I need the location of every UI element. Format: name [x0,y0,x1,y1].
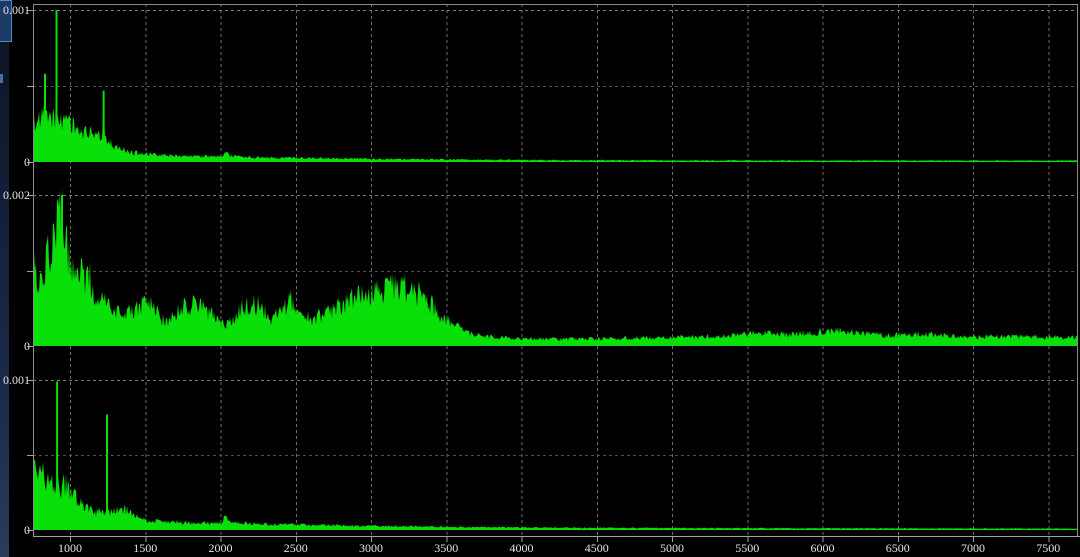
x-tick-label: 6500 [873,542,923,554]
y-tick-label-zero-pane3: 0 [0,524,30,536]
x-tick-label: 5500 [722,542,772,554]
x-tick-label: 2500 [271,542,321,554]
spectrum-pane-bottom-trace [33,459,1078,530]
y-tick-label-zero-pane2: 0 [0,340,30,352]
x-tick-label: 1500 [120,542,170,554]
y-tick-label-max-pane3: 0.001 [0,374,30,386]
spectrum-pane-middle-peak-spike [61,195,63,346]
x-tick-label: 4000 [497,542,547,554]
x-tick-label: 7500 [1023,542,1073,554]
spectrum-pane-top-trace [33,78,1078,162]
x-tick-label: 7000 [948,542,998,554]
x-tick-label: 2000 [196,542,246,554]
x-tick-label: 3000 [346,542,396,554]
y-tick-label-max-pane2: 0.002 [0,189,30,201]
spectrum-pane-middle-trace [33,187,1078,346]
x-tick-label: 5000 [647,542,697,554]
y-tick-label-zero-pane1: 0 [0,156,30,168]
x-tick-label: 4500 [572,542,622,554]
x-tick-label: 3500 [421,542,471,554]
spectrum-chart-canvas[interactable] [0,0,1080,557]
spectrum-pane-top-peak-spike [56,10,58,162]
spectrum-pane-bottom-peak-spike [56,382,58,531]
x-tick-label: 1000 [45,542,95,554]
spectrum-pane-top-peak-spike [44,74,46,162]
x-tick-label: 6000 [798,542,848,554]
spectrum-pane-top-peak-spike [103,91,105,162]
spectrum-pane-bottom-peak-spike [106,415,108,531]
y-tick-label-max-pane1: 0.001 [0,4,30,16]
spectrum-analyzer-screen: 0.001 0 0.002 0 0.001 0 1000 1500 2000 2500 3000 35… [0,0,1080,557]
